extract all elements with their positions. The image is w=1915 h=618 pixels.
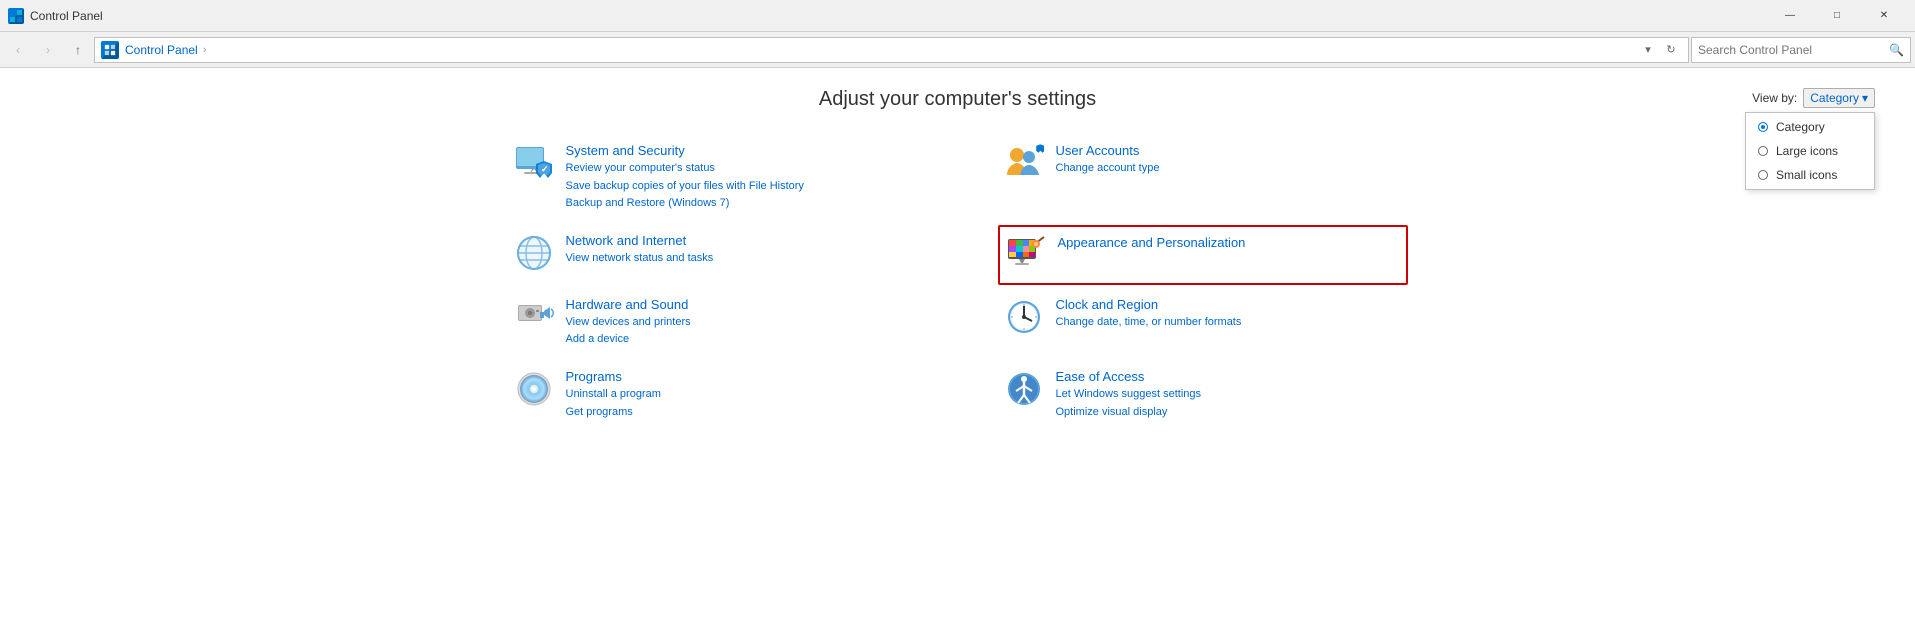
- ease-of-access-icon: [1004, 369, 1044, 409]
- back-button[interactable]: ‹: [4, 36, 32, 64]
- radio-small-icons: [1758, 170, 1768, 180]
- category-system-security[interactable]: ✓ System and Security Review your comput…: [508, 135, 918, 221]
- clock-region-icon: [1004, 297, 1044, 337]
- system-security-link-2[interactable]: Save backup copies of your files with Fi…: [566, 178, 912, 196]
- view-by-arrow: ▾: [1862, 91, 1868, 105]
- page-title: Adjust your computer's settings: [40, 88, 1875, 111]
- forward-button[interactable]: ›: [34, 36, 62, 64]
- appearance-personalization-icon: [1006, 235, 1046, 275]
- categories-grid: ✓ System and Security Review your comput…: [508, 135, 1408, 429]
- dropdown-item-large-icons[interactable]: Large icons: [1746, 139, 1874, 163]
- programs-icon: [514, 369, 554, 409]
- clock-region-link-1[interactable]: Change date, time, or number formats: [1056, 314, 1402, 332]
- address-bar-actions: ▾ ↻: [1637, 39, 1682, 61]
- ease-of-access-title[interactable]: Ease of Access: [1056, 369, 1402, 384]
- user-accounts-text: User Accounts Change account type: [1056, 143, 1402, 178]
- programs-text: Programs Uninstall a program Get program…: [566, 369, 912, 421]
- svg-text:✓: ✓: [541, 164, 549, 174]
- dropdown-menu: Category Large icons Small icons: [1745, 112, 1875, 190]
- breadcrumb-sep: ›: [203, 44, 207, 56]
- ease-of-access-text: Ease of Access Let Windows suggest setti…: [1056, 369, 1402, 421]
- user-accounts-title[interactable]: User Accounts: [1056, 143, 1402, 158]
- category-ease-of-access[interactable]: Ease of Access Let Windows suggest setti…: [998, 361, 1408, 429]
- category-network-internet[interactable]: Network and Internet View network status…: [508, 225, 918, 285]
- main-content: Adjust your computer's settings View by:…: [0, 68, 1915, 449]
- view-by-value: Category: [1810, 91, 1859, 105]
- category-clock-region[interactable]: Clock and Region Change date, time, or n…: [998, 289, 1408, 357]
- close-button[interactable]: ✕: [1861, 0, 1907, 32]
- ease-of-access-link-1[interactable]: Let Windows suggest settings: [1056, 386, 1402, 404]
- view-by-dropdown[interactable]: Category ▾: [1803, 88, 1875, 108]
- system-security-link-3[interactable]: Backup and Restore (Windows 7): [566, 195, 912, 213]
- clock-region-title[interactable]: Clock and Region: [1056, 297, 1402, 312]
- search-input[interactable]: [1698, 43, 1885, 57]
- up-button[interactable]: ↑: [64, 36, 92, 64]
- hardware-sound-icon: [514, 297, 554, 337]
- title-bar: Control Panel — □ ✕: [0, 0, 1915, 32]
- radio-category: [1758, 122, 1768, 132]
- window-controls: — □ ✕: [1767, 0, 1907, 32]
- dropdown-item-small-icons[interactable]: Small icons: [1746, 163, 1874, 187]
- minimize-button[interactable]: —: [1767, 0, 1813, 32]
- hardware-sound-link-2[interactable]: Add a device: [566, 331, 912, 349]
- hardware-sound-link-1[interactable]: View devices and printers: [566, 314, 912, 332]
- programs-link-2[interactable]: Get programs: [566, 404, 912, 422]
- system-security-text: System and Security Review your computer…: [566, 143, 912, 213]
- system-security-title[interactable]: System and Security: [566, 143, 912, 158]
- network-internet-icon: [514, 233, 554, 273]
- dropdown-label-small-icons: Small icons: [1776, 168, 1837, 182]
- category-hardware-sound[interactable]: Hardware and Sound View devices and prin…: [508, 289, 918, 357]
- window-icon: [8, 8, 24, 24]
- address-icon: [101, 41, 119, 59]
- breadcrumb: Control Panel ›: [123, 43, 1633, 57]
- search-box: 🔍: [1691, 37, 1911, 63]
- maximize-button[interactable]: □: [1814, 0, 1860, 32]
- user-accounts-link-1[interactable]: Change account type: [1056, 160, 1402, 178]
- ease-of-access-link-2[interactable]: Optimize visual display: [1056, 404, 1402, 422]
- view-by-container: View by: Category ▾: [1752, 88, 1875, 108]
- system-security-link-1[interactable]: Review your computer's status: [566, 160, 912, 178]
- refresh-button[interactable]: ↻: [1660, 39, 1682, 61]
- category-programs[interactable]: Programs Uninstall a program Get program…: [508, 361, 918, 429]
- programs-link-1[interactable]: Uninstall a program: [566, 386, 912, 404]
- network-internet-link-1[interactable]: View network status and tasks: [566, 250, 912, 268]
- dropdown-label-large-icons: Large icons: [1776, 144, 1838, 158]
- address-dropdown-button[interactable]: ▾: [1637, 39, 1659, 61]
- category-user-accounts[interactable]: User Accounts Change account type: [998, 135, 1408, 221]
- window-title: Control Panel: [30, 9, 1767, 23]
- search-icon[interactable]: 🔍: [1889, 43, 1904, 57]
- address-bar: Control Panel › ▾ ↻: [94, 37, 1689, 63]
- clock-region-text: Clock and Region Change date, time, or n…: [1056, 297, 1402, 332]
- appearance-personalization-text: Appearance and Personalization: [1058, 235, 1400, 252]
- dropdown-label-category: Category: [1776, 120, 1825, 134]
- system-security-icon: ✓: [514, 143, 554, 183]
- hardware-sound-text: Hardware and Sound View devices and prin…: [566, 297, 912, 349]
- user-accounts-icon: [1004, 143, 1044, 183]
- category-appearance-personalization[interactable]: Appearance and Personalization: [998, 225, 1408, 285]
- breadcrumb-control-panel[interactable]: Control Panel: [123, 43, 200, 57]
- network-internet-title[interactable]: Network and Internet: [566, 233, 912, 248]
- programs-title[interactable]: Programs: [566, 369, 912, 384]
- hardware-sound-title[interactable]: Hardware and Sound: [566, 297, 912, 312]
- dropdown-item-category[interactable]: Category: [1746, 115, 1874, 139]
- network-internet-text: Network and Internet View network status…: [566, 233, 912, 268]
- nav-bar: ‹ › ↑ Control Panel › ▾ ↻ 🔍: [0, 32, 1915, 68]
- view-by-label: View by:: [1752, 91, 1797, 105]
- appearance-personalization-title[interactable]: Appearance and Personalization: [1058, 235, 1400, 250]
- radio-large-icons: [1758, 146, 1768, 156]
